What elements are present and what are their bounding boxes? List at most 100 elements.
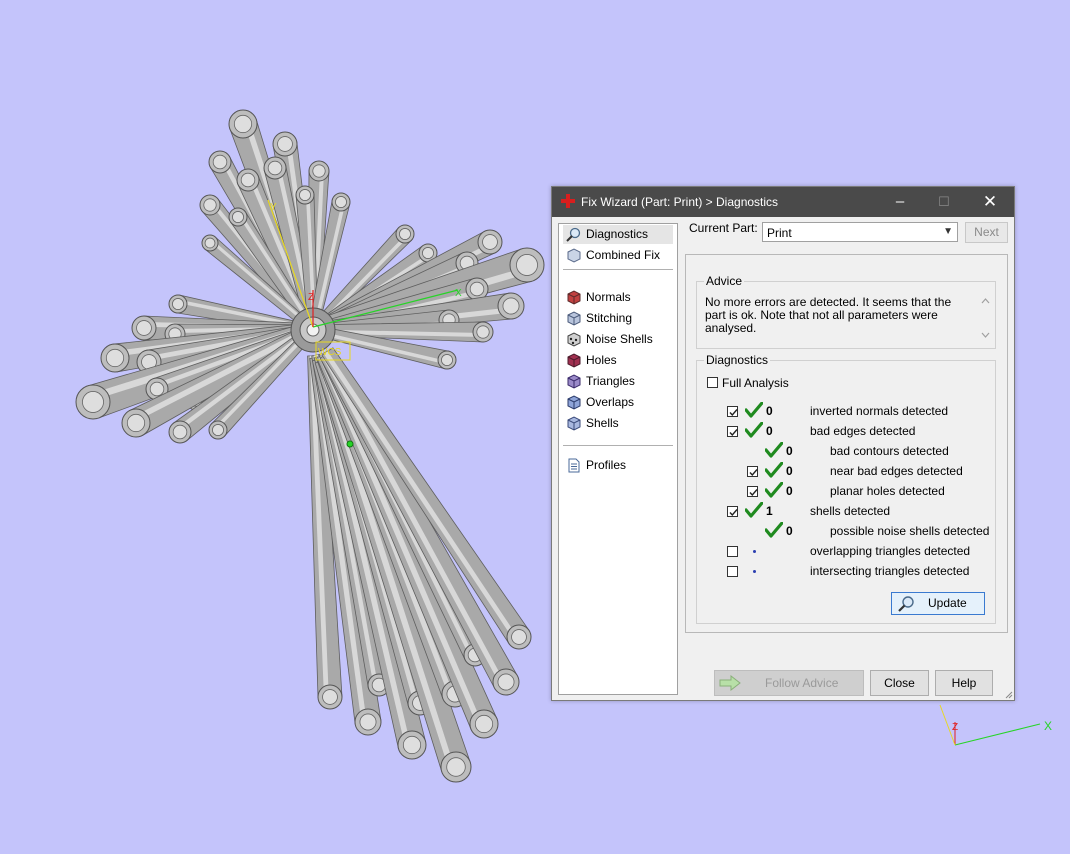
nav-item-stitching[interactable]: Stitching — [563, 309, 673, 328]
nav-item-label: Holes — [586, 353, 617, 367]
nav-item-profiles[interactable]: Profiles — [563, 456, 673, 475]
advice-scrollbar[interactable] — [978, 294, 993, 342]
nav-item-label: Overlaps — [586, 395, 635, 409]
diagnostic-count: 0 — [766, 424, 773, 438]
close-window-button[interactable]: ✕ — [968, 187, 1012, 217]
next-button[interactable]: Next — [965, 222, 1008, 243]
tube-opening — [212, 424, 224, 436]
nav-item-normals[interactable]: Normals — [563, 288, 673, 307]
check-icon — [764, 441, 784, 458]
nav-item-label: Triangles — [586, 374, 635, 388]
diagnostic-label: overlapping triangles detected — [810, 544, 971, 558]
tube-opening — [474, 714, 494, 734]
current-part-select[interactable]: Print ▼ — [762, 222, 958, 242]
diagnostic-count: 0 — [786, 464, 793, 478]
nav-item-label: Noise Shells — [586, 332, 653, 346]
diagnostics-group: Diagnostics Full Analysis 0 inverted norm… — [696, 353, 996, 624]
corner-axis-z: Z — [952, 722, 958, 733]
diagnostic-count: 0 — [766, 404, 773, 418]
tube-opening — [516, 254, 538, 276]
resize-grip-icon[interactable] — [1003, 689, 1013, 699]
help-button[interactable]: Help — [935, 670, 993, 696]
follow-advice-button[interactable]: Follow Advice — [714, 670, 864, 696]
diagnostic-label: shells detected — [810, 504, 891, 518]
diagnostic-count: 0 — [786, 524, 793, 538]
nav-item-holes[interactable]: Holes — [563, 351, 673, 370]
nav-item-triangles[interactable]: Triangles — [563, 372, 673, 391]
nav-item-label: Combined Fix — [586, 248, 661, 262]
nav-item-label: Profiles — [586, 458, 627, 472]
tube-opening — [299, 189, 311, 201]
diagnostic-checkbox[interactable] — [727, 566, 738, 577]
diagnostic-checkbox[interactable] — [727, 506, 738, 517]
tube-opening — [476, 325, 490, 339]
tube-opening — [446, 757, 466, 777]
check-icon — [744, 421, 764, 438]
tube-opening — [359, 713, 377, 731]
maximize-button[interactable]: ☐ — [922, 187, 966, 217]
wcs-label: WCS — [318, 347, 342, 358]
corner-axis-x: X — [1044, 719, 1052, 733]
tube-opening — [82, 391, 104, 413]
diagnostic-count: 1 — [766, 504, 773, 518]
tube-opening — [312, 164, 326, 178]
nav-separator — [563, 269, 673, 270]
advice-text: No more errors are detected. It seems th… — [705, 295, 952, 335]
cube-shell-icon — [567, 416, 581, 431]
tube-opening — [469, 281, 485, 297]
app-logo-icon — [561, 194, 575, 208]
nav-item-shells[interactable]: Shells — [563, 414, 673, 433]
advice-group: Advice No more errors are detected. It s… — [696, 274, 996, 349]
tube-bundle-model[interactable] — [75, 109, 545, 783]
tube-opening — [204, 237, 216, 249]
orientation-axes: X Z — [939, 704, 1052, 746]
cube-hole-icon — [567, 353, 581, 368]
cube-triangle-icon — [567, 374, 581, 389]
diagnostic-label: intersecting triangles detected — [810, 564, 970, 578]
diagnostic-label: possible noise shells detected — [830, 524, 990, 538]
fix-wizard-dialog[interactable]: Fix Wizard (Part: Print) > Diagnostics –… — [551, 186, 1015, 701]
tube-opening — [136, 320, 152, 336]
nav-item-noise-shells[interactable]: Noise Shells — [563, 330, 673, 349]
tube-opening — [233, 114, 253, 134]
diagnostic-checkbox[interactable] — [747, 466, 758, 477]
chevron-down-icon: ▼ — [943, 226, 953, 237]
diagnostic-checkbox[interactable] — [727, 426, 738, 437]
diagnostic-checkbox[interactable] — [727, 546, 738, 557]
minimize-button[interactable]: – — [878, 187, 922, 217]
tube-opening — [212, 154, 228, 170]
current-part-value: Print — [767, 226, 792, 240]
nav-item-overlaps[interactable]: Overlaps — [563, 393, 673, 412]
title-bar[interactable]: Fix Wizard (Part: Print) > Diagnostics –… — [552, 187, 1014, 217]
tube-opening — [232, 211, 244, 223]
diagnostics-panel: Advice No more errors are detected. It s… — [685, 254, 1008, 633]
diagnostic-label: planar holes detected — [830, 484, 945, 498]
full-analysis-checkbox[interactable] — [707, 377, 718, 388]
tube-opening — [267, 160, 283, 176]
cube-overlap-icon — [567, 395, 581, 410]
check-icon — [764, 481, 784, 498]
nav-item-label: Shells — [586, 416, 619, 430]
tube-opening — [203, 198, 217, 212]
diagnostic-label: bad contours detected — [830, 444, 949, 458]
diagnostic-checkbox[interactable] — [727, 406, 738, 417]
nav-item-diagnostics[interactable]: Diagnostics — [563, 225, 673, 244]
tube-opening — [126, 413, 146, 433]
update-label: Update — [928, 596, 967, 610]
close-button[interactable]: Close — [870, 670, 929, 696]
wcs-axis-z: Z — [308, 292, 314, 303]
diagnostic-label: inverted normals detected — [810, 404, 949, 418]
tube-opening — [402, 735, 422, 755]
wizard-navigation: Diagnostics Combined Fix Normals Stitchi… — [558, 223, 678, 695]
update-button[interactable]: Update — [891, 592, 985, 615]
full-analysis-label: Full Analysis — [722, 376, 789, 390]
nav-item-combined-fix[interactable]: Combined Fix — [563, 246, 673, 265]
document-icon — [568, 458, 580, 473]
follow-advice-label: Follow Advice — [765, 676, 839, 690]
diagnostic-checkbox[interactable] — [747, 486, 758, 497]
diagnostic-label: near bad edges detected — [830, 464, 963, 478]
tube-opening — [277, 136, 293, 152]
current-part-label: Current Part: — [689, 221, 758, 235]
tube-opening — [105, 348, 125, 368]
pending-dot-icon — [753, 570, 756, 573]
